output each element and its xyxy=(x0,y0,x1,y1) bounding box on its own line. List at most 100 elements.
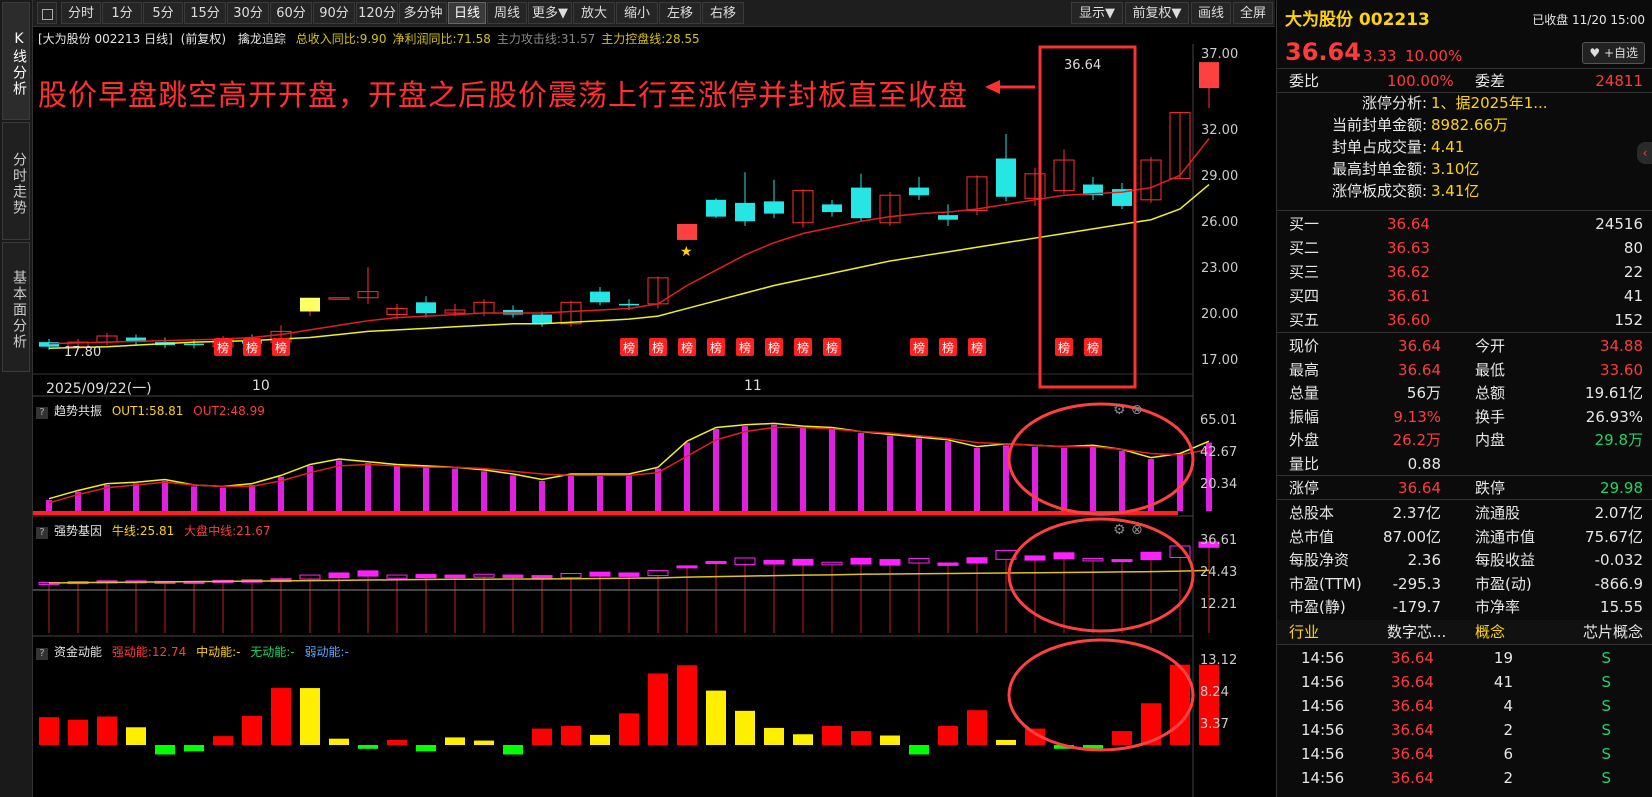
indicator-axis-label: 8.24 xyxy=(1200,685,1229,700)
weibi-value: 100.00% xyxy=(1387,72,1454,90)
candle xyxy=(357,267,379,304)
gene-bar xyxy=(531,575,553,633)
period-button[interactable]: 周线 xyxy=(487,2,527,24)
svg-text:榜: 榜 xyxy=(1058,340,1070,355)
period-button[interactable]: 90分 xyxy=(313,2,355,24)
dragon-tiger-badge: 榜 xyxy=(620,338,638,356)
help-icon[interactable]: ? xyxy=(36,407,48,419)
period-button[interactable]: 左移 xyxy=(659,2,701,24)
momentum-bar xyxy=(909,745,929,755)
trend-baseline xyxy=(33,511,1178,515)
gear-icon: ⚙ xyxy=(1113,522,1126,538)
candle xyxy=(96,332,118,346)
gene-bar xyxy=(647,570,669,633)
momentum-bar xyxy=(300,688,320,745)
low-price-mark: 17.80 xyxy=(64,345,102,360)
square-icon[interactable] xyxy=(37,2,57,24)
toolbar-right-button[interactable]: 前复权▼ xyxy=(1125,2,1189,24)
gene-bar xyxy=(328,572,350,633)
bid-row[interactable]: 买二 36.63 80 xyxy=(1277,236,1652,260)
tab-intraday[interactable]: 分时走势 xyxy=(2,122,30,240)
tab-kline-analysis[interactable]: K线分析 xyxy=(2,2,30,120)
fundamental-row: 每股净资 2.36 每股收益 -0.032 xyxy=(1289,551,1643,569)
fundamental-row: 市盈(TTM) -295.3 市盈(动) -866.9 xyxy=(1289,574,1643,593)
fundamental-row: 市盈(静) -179.7 市净率 15.55 xyxy=(1289,598,1643,616)
dragon-tiger-badge: 榜 xyxy=(823,338,841,356)
momentum-bar xyxy=(677,665,697,745)
gene-bar xyxy=(705,560,727,633)
dragon-tiger-badge: 榜 xyxy=(678,338,696,356)
momentum-bar xyxy=(590,734,610,745)
price-change: 3.33 xyxy=(1363,47,1397,65)
bid-row[interactable]: 买三 36.62 22 xyxy=(1277,260,1652,284)
add-favorite-button[interactable]: ♥ +自选 xyxy=(1582,42,1645,64)
period-button[interactable]: 放大 xyxy=(573,2,615,24)
trend-bar xyxy=(568,475,574,511)
bid-row[interactable]: 买一 36.64 24516 xyxy=(1277,212,1652,236)
candle xyxy=(503,305,523,318)
period-button[interactable]: 日线 xyxy=(448,2,486,24)
highlight-ellipse-3 xyxy=(1007,638,1195,752)
svg-text:榜: 榜 xyxy=(797,340,809,355)
trend-bar xyxy=(1061,448,1067,511)
quote-row: 外盘 26.2万 内盘 29.8万 xyxy=(1289,431,1643,449)
toolbar-right-button[interactable]: 全屏 xyxy=(1233,2,1273,24)
limit-analysis-row: 涨停板成交额: 3.41亿 xyxy=(1331,182,1480,200)
period-button[interactable]: 120分 xyxy=(356,2,398,24)
quote-row: 量比 0.88 xyxy=(1289,454,1441,473)
help-icon[interactable]: ? xyxy=(36,527,48,539)
tick-row: 14:56 36.64 2 S xyxy=(1301,769,1611,787)
period-button[interactable]: 更多▼ xyxy=(528,2,572,24)
tick-row: 14:56 36.64 19 S xyxy=(1301,649,1611,667)
price-axis-label: 20.00 xyxy=(1201,307,1239,322)
period-button[interactable]: 右移 xyxy=(702,2,744,24)
tick-row: 14:56 36.64 41 S xyxy=(1301,673,1611,691)
date-oct: 10 xyxy=(252,378,270,394)
period-button[interactable]: 分时 xyxy=(61,2,101,24)
bid-row[interactable]: 买四 36.61 41 xyxy=(1277,284,1652,308)
market-status: 已收盘 11/20 15:00 xyxy=(1532,13,1645,27)
toolbar-right-button[interactable]: 画线 xyxy=(1191,2,1231,24)
momentum-bar xyxy=(851,731,871,745)
kline-chart[interactable]: ★ 榜 榜 榜 榜 榜 榜 榜 榜 榜 榜 榜 榜 榜 榜 榜 榜 ⚙ ⊗ ⚙ ⊗ xyxy=(33,44,1275,797)
dragon-tiger-badge: 榜 xyxy=(272,338,290,356)
period-button[interactable]: 1分 xyxy=(102,2,142,24)
dragon-tiger-badge: 榜 xyxy=(243,338,261,356)
tab-fundamentals[interactable]: 基本面分析 xyxy=(2,242,30,372)
annotation-text: 股价早盘跳空高开开盘，开盘之后股价震荡上行至涨停并封板直至收盘 xyxy=(38,78,969,112)
svg-text:榜: 榜 xyxy=(710,340,722,355)
trend-bar xyxy=(1119,450,1125,511)
period-button[interactable]: 60分 xyxy=(270,2,312,24)
price-change-pct: 10.00% xyxy=(1405,47,1463,65)
momentum-bar xyxy=(416,745,436,752)
momentum-bar xyxy=(126,727,146,745)
period-button[interactable]: 15分 xyxy=(184,2,226,24)
chevron-left-icon[interactable]: ‹ xyxy=(1637,142,1652,164)
toolbar-right-button[interactable]: 显示▼ xyxy=(1071,2,1123,24)
gene-bar xyxy=(125,580,147,633)
dragon-tiger-badge: 榜 xyxy=(794,338,812,356)
help-icon[interactable]: ? xyxy=(36,648,48,660)
heart-icon: ♥ xyxy=(1589,46,1601,60)
period-button[interactable]: 5分 xyxy=(143,2,183,24)
industry-row[interactable]: 行业 数字芯... 概念 芯片概念 xyxy=(1277,620,1652,644)
candle xyxy=(677,223,697,240)
trend-bar xyxy=(220,487,226,511)
momentum-bar xyxy=(358,745,378,749)
quote-row: 总量 56万 总额 19.61亿 xyxy=(1289,384,1643,402)
gene-bar xyxy=(154,580,176,633)
candle xyxy=(532,311,552,327)
highlight-box xyxy=(1038,45,1137,389)
limit-analysis-row: 涨停分析: 1、据2025年1... xyxy=(1361,94,1548,112)
panel3-title: ? 资金动能 强动能:12.74 中动能:- 无动能:- 弱动能:- xyxy=(36,643,349,660)
trend-bar xyxy=(771,424,777,511)
momentum-bar xyxy=(329,738,349,745)
period-button[interactable]: 缩小 xyxy=(616,2,658,24)
period-button[interactable]: 多分钟 xyxy=(399,2,447,24)
bid-row[interactable]: 买五 36.60 152 xyxy=(1277,308,1652,332)
svg-text:榜: 榜 xyxy=(246,340,258,355)
dragon-tiger-badge: 榜 xyxy=(765,338,783,356)
gene-bar xyxy=(560,573,582,633)
period-button[interactable]: 30分 xyxy=(227,2,269,24)
gene-bar xyxy=(415,574,437,633)
